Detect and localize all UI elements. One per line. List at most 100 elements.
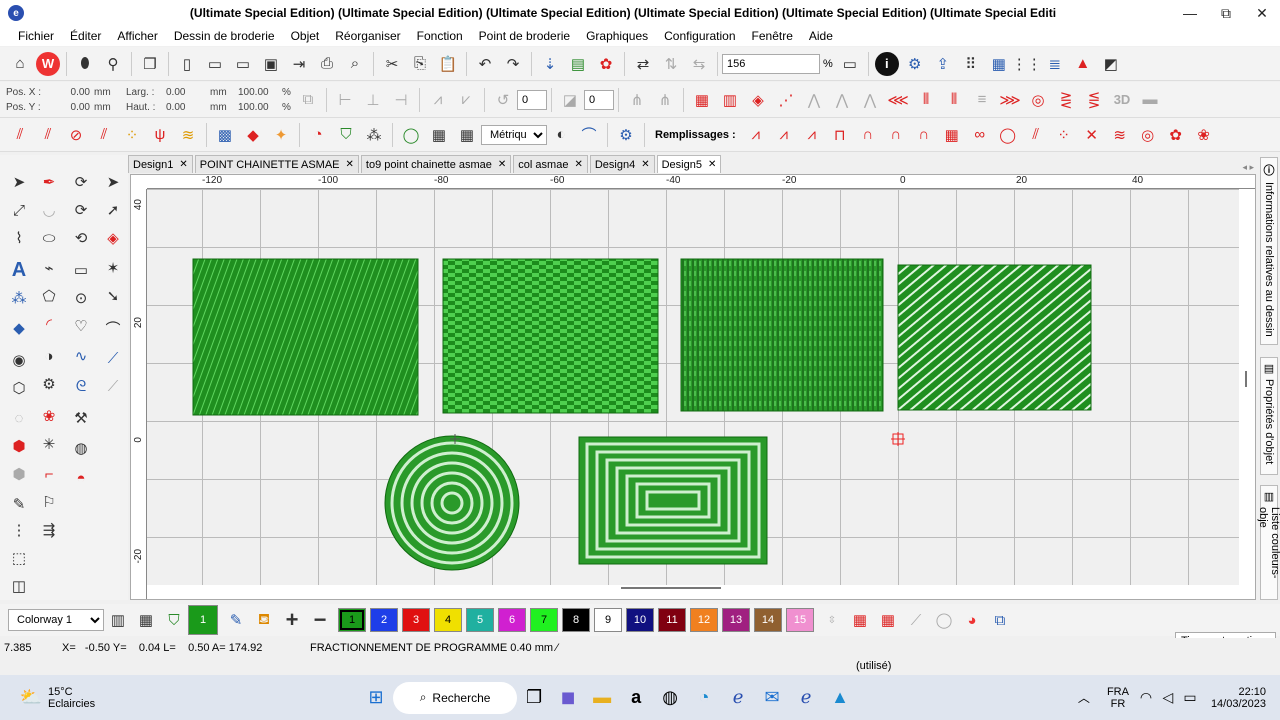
close-button[interactable]: ✕ bbox=[1244, 5, 1280, 22]
flag-icon[interactable]: ⚐ bbox=[36, 489, 62, 515]
wave-line-icon[interactable]: ∿ bbox=[68, 343, 94, 369]
stitch-edit2-icon[interactable]: ⟳ bbox=[68, 197, 94, 223]
embroidery-app-active-icon[interactable]: ℯ bbox=[789, 681, 823, 715]
dots-icon[interactable]: ⋮ bbox=[6, 517, 32, 543]
stitch-list-icon[interactable]: ≣ bbox=[1043, 52, 1067, 76]
rectangle-icon[interactable]: ▭ bbox=[68, 257, 94, 283]
hoop-settings-icon[interactable]: ⚲ bbox=[101, 52, 125, 76]
lock-ratio-icon[interactable]: ⧉ bbox=[296, 88, 320, 112]
minimize-button[interactable]: — bbox=[1172, 5, 1208, 21]
color-swatch-1[interactable]: 1 bbox=[338, 608, 366, 632]
sequin-icon[interactable]: ◍ bbox=[68, 435, 94, 461]
ellipse-icon[interactable]: ⊙ bbox=[68, 285, 94, 311]
fill-loops3-icon[interactable]: ∩ bbox=[912, 123, 936, 147]
task-view-icon[interactable]: ❐ bbox=[517, 681, 551, 715]
underlay-center-icon[interactable]: ⋀ bbox=[858, 88, 882, 112]
color-wheel-icon[interactable]: ◕ bbox=[960, 608, 984, 632]
underlay-tatami-icon[interactable]: ⋰ bbox=[774, 88, 798, 112]
fabric-tool-icon[interactable]: ◫ bbox=[6, 573, 32, 599]
fill-loops2-icon[interactable]: ∩ bbox=[884, 123, 908, 147]
color-swatch-15[interactable]: 15 bbox=[786, 608, 814, 632]
color-swatch-6[interactable]: 6 bbox=[498, 608, 526, 632]
curve-icon[interactable]: ◜ bbox=[36, 311, 62, 337]
oval-icon[interactable]: ⬭ bbox=[36, 225, 62, 251]
paint-bucket-icon[interactable]: ⛾ bbox=[252, 608, 276, 632]
panel-tab-object-properties[interactable]: ▤ Propriétés d'objet bbox=[1260, 357, 1278, 475]
github-icon[interactable]: ◍ bbox=[653, 681, 687, 715]
color-swatch-13[interactable]: 13 bbox=[722, 608, 750, 632]
tab-scroll-icon[interactable]: ◂ ▸ bbox=[1242, 162, 1254, 173]
slant-input[interactable] bbox=[584, 89, 614, 110]
shapes-tool-icon[interactable]: ♡ bbox=[68, 313, 94, 339]
arc-icon[interactable]: ◡ bbox=[36, 197, 62, 223]
swirl-icon[interactable]: ◌ bbox=[6, 405, 32, 431]
current-color-swatch[interactable]: 1 bbox=[188, 605, 218, 635]
tab-to9-point-chainette-asmae[interactable]: to9 point chainette asmae ✕ bbox=[360, 155, 512, 173]
color-swatch-14[interactable]: 14 bbox=[754, 608, 782, 632]
column-a-icon[interactable]: ⦀ bbox=[914, 88, 938, 112]
fill-motif-icon[interactable]: ✿ bbox=[1164, 123, 1188, 147]
menu-configuration[interactable]: Configuration bbox=[656, 29, 743, 43]
copy-icon[interactable]: ⎘ bbox=[408, 52, 432, 76]
monogram-icon[interactable]: ◆ bbox=[6, 315, 32, 341]
lettering-icon[interactable]: A bbox=[6, 257, 32, 283]
battery-icon[interactable]: ▭ bbox=[1179, 681, 1201, 715]
fill-zigzag3-icon[interactable]: ⩘ bbox=[800, 123, 824, 147]
copy-pages-icon[interactable]: ❐ bbox=[138, 52, 162, 76]
align-left-icon[interactable]: ⊢ bbox=[333, 88, 357, 112]
menu-graphiques[interactable]: Graphiques bbox=[578, 29, 656, 43]
star-arrow-icon[interactable]: ✶ bbox=[100, 255, 126, 281]
tab-point-chainette-asmae[interactable]: POINT CHAINETTE ASMAE ✕ bbox=[194, 155, 359, 173]
stitch-edit3-icon[interactable]: ⟲ bbox=[68, 225, 94, 251]
fill-arrow-icon[interactable]: ⇶ bbox=[36, 517, 62, 543]
redo-icon[interactable]: ↷ bbox=[501, 52, 525, 76]
paste-icon[interactable]: 📋 bbox=[436, 52, 460, 76]
panel-tab-design-info[interactable]: ⓘ Informations relatives au dessin bbox=[1260, 157, 1278, 345]
cut-icon[interactable]: ✂ bbox=[380, 52, 404, 76]
design-canvas[interactable] bbox=[147, 189, 1239, 585]
pull-comp-icon[interactable]: ≡ bbox=[970, 88, 994, 112]
arrow-plus-icon[interactable]: ➚ bbox=[100, 197, 126, 223]
needle-icon[interactable]: ⟋ bbox=[100, 345, 126, 371]
pos-x-value[interactable]: 0.00 bbox=[50, 87, 94, 98]
travel-forward-icon[interactable]: ⇆ bbox=[687, 52, 711, 76]
stitch-color-icon[interactable]: ◈ bbox=[100, 225, 126, 251]
fill-dots-icon[interactable]: ⁘ bbox=[1052, 123, 1076, 147]
mirror-h-icon[interactable]: ⩘ bbox=[426, 88, 450, 112]
menu-reorganiser[interactable]: Réorganiser bbox=[327, 29, 408, 43]
column-b-icon[interactable]: ⦀ bbox=[942, 88, 966, 112]
marquee-icon[interactable]: ⬚ bbox=[6, 545, 32, 571]
auto-split-icon[interactable]: ⋚ bbox=[1082, 88, 1106, 112]
tray-chevron-icon[interactable]: ︿ bbox=[1067, 681, 1101, 715]
pos-y-value[interactable]: 0.00 bbox=[50, 102, 94, 113]
menu-fonction[interactable]: Fonction bbox=[409, 29, 471, 43]
shapes-icon[interactable]: ◆ bbox=[241, 123, 265, 147]
grid2-icon[interactable]: ▦ bbox=[427, 123, 451, 147]
file-explorer-icon[interactable]: ▬ bbox=[585, 681, 619, 715]
fork-icon[interactable]: ψ bbox=[148, 123, 172, 147]
embroidery-concentric-rect[interactable] bbox=[578, 436, 768, 565]
hoop-icon[interactable]: ⬮ bbox=[73, 52, 97, 76]
view-3d-icon[interactable]: 3D bbox=[1110, 88, 1134, 112]
close-tab-icon[interactable]: ✕ bbox=[346, 159, 354, 170]
stitch-angle2-icon[interactable]: ⋔ bbox=[653, 88, 677, 112]
haut-value[interactable]: 0.00 bbox=[166, 102, 210, 113]
measure-icon[interactable]: ◐ bbox=[549, 123, 573, 147]
new-file-icon[interactable]: ▯ bbox=[175, 52, 199, 76]
picture-icon[interactable]: ▩ bbox=[213, 123, 237, 147]
ring-icon[interactable]: ◯ bbox=[932, 608, 956, 632]
garment-icon[interactable]: ⛉ bbox=[162, 608, 186, 632]
fill-bars-icon[interactable]: ⊓ bbox=[828, 123, 852, 147]
stitch-fill2-icon[interactable]: ⫽ bbox=[36, 123, 60, 147]
embroidery-rect-fan-fill[interactable] bbox=[192, 258, 419, 416]
stitch-fill1-icon[interactable]: ⫽ bbox=[8, 123, 32, 147]
send-machine-icon[interactable]: ⇪ bbox=[931, 52, 955, 76]
fill-motif2-icon[interactable]: ❀ bbox=[1192, 123, 1216, 147]
trims-icon[interactable]: ▬ bbox=[1138, 88, 1162, 112]
stitch-edit-icon[interactable]: ⟳ bbox=[68, 169, 94, 195]
fill-hatch-icon[interactable]: ⫽ bbox=[1024, 123, 1048, 147]
close-tab-icon[interactable]: ✕ bbox=[574, 159, 582, 170]
tab-design4[interactable]: Design4 ✕ bbox=[589, 155, 655, 173]
eyedropper-color-icon[interactable]: ✎ bbox=[224, 608, 248, 632]
start-icon[interactable]: ⊞ bbox=[359, 681, 393, 715]
